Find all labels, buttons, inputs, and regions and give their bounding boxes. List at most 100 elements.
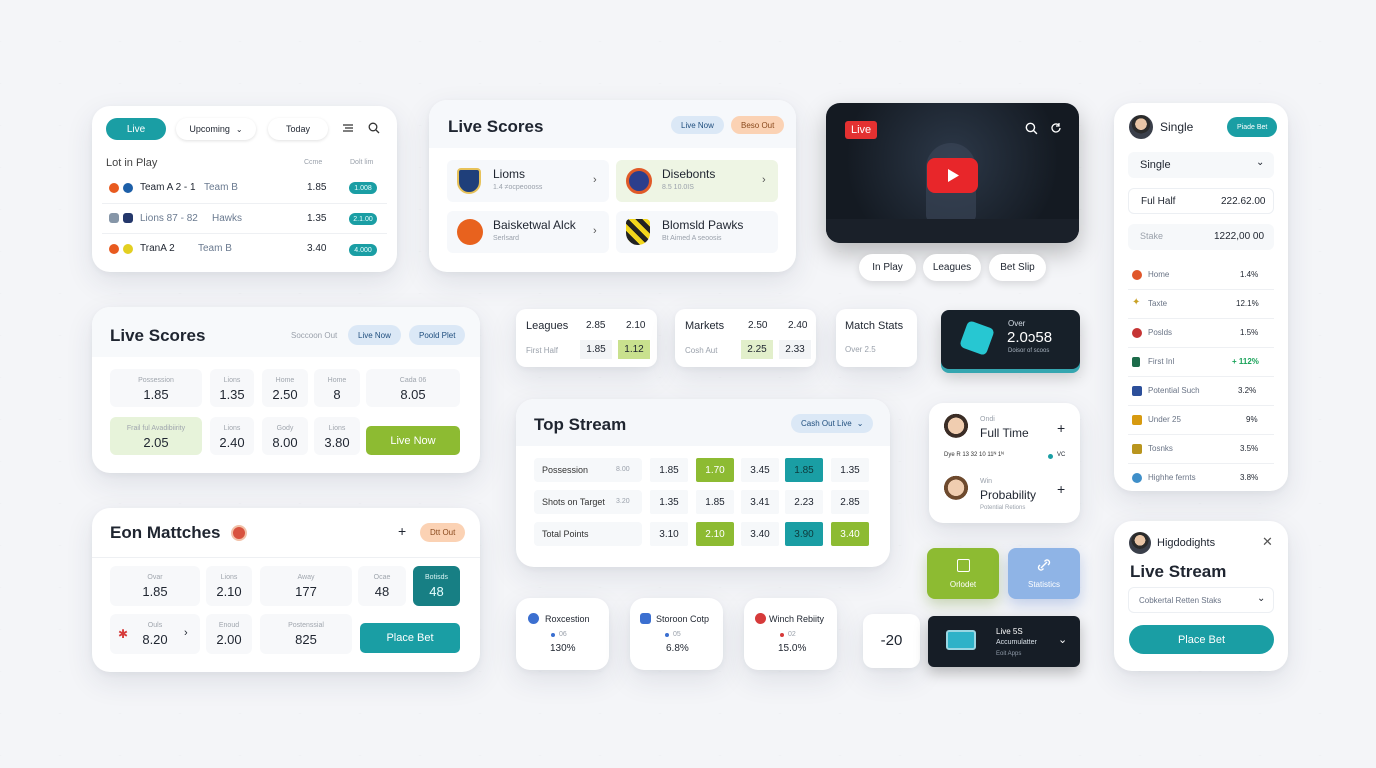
live-now-pill[interactable]: Live Now [348, 325, 401, 345]
match-item[interactable]: Disebonts 8.5 10.0IS › [616, 160, 778, 202]
filter-icon[interactable] [342, 122, 354, 134]
place-bet-pill[interactable]: Piade Bet [1227, 117, 1278, 137]
add-icon[interactable]: + [1057, 481, 1065, 497]
pool-pill[interactable]: Poold Plet [409, 325, 466, 345]
place-bet-button[interactable]: Place Bet [360, 623, 460, 653]
place-bet-button[interactable]: Place Bet [1129, 625, 1274, 654]
stat-tile[interactable]: Home 2.50 [262, 369, 308, 407]
tab-live[interactable]: Live [106, 118, 166, 140]
search-icon[interactable] [1025, 122, 1038, 135]
stream-odds-cell[interactable]: 1.85 [785, 458, 823, 482]
video-player[interactable]: Live [826, 103, 1079, 243]
stream-odds-cell[interactable]: 3.41 [741, 490, 779, 514]
refresh-icon[interactable] [1049, 121, 1063, 135]
list-item[interactable]: Poslds 1.5% [1128, 319, 1274, 348]
odds-value[interactable]: 2.40 [788, 320, 807, 331]
stat-card[interactable]: Winch Rebiity 02 15.0% [744, 598, 837, 670]
stat-tile[interactable]: Lions 2.40 [210, 417, 254, 455]
add-icon[interactable]: + [1057, 420, 1065, 436]
stream-odds-cell[interactable]: 3.40 [741, 522, 779, 546]
list-item[interactable]: Tosnks 3.5% [1128, 435, 1274, 464]
stat-tile[interactable]: Postenssial 825 [260, 614, 352, 654]
stat-tile[interactable]: Ovar 1.85 [110, 566, 200, 606]
odds-value-highlight[interactable]: 2.25 [741, 340, 773, 359]
list-item[interactable]: Highhe fernts 3.8% [1128, 464, 1274, 493]
stat-card[interactable]: Storoon Cotp 05 6.8% [630, 598, 723, 670]
cash-out-live-dropdown[interactable]: Cash Out Live ⌄ [791, 414, 874, 433]
stream-odds-cell[interactable]: 3.45 [741, 458, 779, 482]
stream-odds-cell[interactable]: 1.35 [650, 490, 688, 514]
orlodet-tile[interactable]: Orlodet [927, 548, 999, 599]
stream-odds-cell[interactable]: 2.23 [785, 490, 823, 514]
stat-tile[interactable]: ✱ Ouls 8.20 › [110, 614, 200, 654]
video-timeline[interactable] [826, 219, 1079, 243]
list-item[interactable]: Under 25 9% [1128, 406, 1274, 435]
odds-badge[interactable]: 2.1.00 [349, 213, 377, 225]
stat-tile[interactable]: Gody 8.00 [262, 417, 308, 455]
close-icon[interactable]: ✕ [1262, 534, 1273, 550]
play-button-icon[interactable] [927, 158, 978, 193]
odds-card-title: Markets [685, 320, 725, 332]
stream-odds-cell[interactable]: 3.90 [785, 522, 823, 546]
live-now-pill[interactable]: Live Now [671, 116, 724, 134]
match-item[interactable]: Blomsld Pawks Bt Aimed A seoosis [616, 211, 778, 253]
statistics-tile[interactable]: Statistics [1008, 548, 1080, 599]
chip-bet-slip[interactable]: Bet Slip [989, 254, 1046, 281]
stat-card[interactable]: Roxcestion 06 130% [516, 598, 609, 670]
odds-value[interactable]: 1.85 [580, 340, 612, 359]
stream-odds-cell[interactable]: 2.85 [831, 490, 869, 514]
stat-tile[interactable]: Away 177 [260, 566, 352, 606]
stat-tile[interactable]: Lions 3.80 [314, 417, 360, 455]
stream-odds-cell[interactable]: 2.10 [696, 522, 734, 546]
odds-value[interactable]: 2.33 [779, 340, 811, 359]
stream-odds-cell[interactable]: 1.85 [650, 458, 688, 482]
stat-tile[interactable]: Frail ful Avadibiirity 2.05 [110, 417, 202, 455]
stream-odds-cell[interactable]: 3.10 [650, 522, 688, 546]
match-row[interactable]: Lions 87 - 82 Hawks 1.35 2.1.00 [102, 204, 387, 234]
cash-out-pill[interactable]: Dtt Out [420, 523, 466, 542]
odds-value-highlight[interactable]: 1.12 [618, 340, 650, 359]
full-half-field[interactable]: Ful Half 222.62.00 [1128, 188, 1274, 214]
live-now-button[interactable]: Live Now [366, 426, 460, 455]
odds-value[interactable]: 2.10 [626, 320, 645, 331]
match-item[interactable]: Lioms 1.4 ≠ocpeoooss › [447, 160, 609, 202]
stream-select[interactable]: Cobkertal Retten Staks ⌄ [1128, 587, 1274, 613]
list-item-label: First Inl [1148, 357, 1175, 366]
tab-upcoming[interactable]: Upcoming ⌄ [176, 118, 256, 140]
stream-odds-cell[interactable]: 1.35 [831, 458, 869, 482]
list-item[interactable]: Potential Such 3.2% [1128, 377, 1274, 406]
stat-tile[interactable]: Possession 1.85 [110, 369, 202, 407]
add-icon[interactable]: + [398, 523, 406, 539]
odds-value[interactable]: 2.85 [586, 320, 605, 331]
stream-odds-cell[interactable]: 1.85 [696, 490, 734, 514]
odds-badge[interactable]: 4.000 [349, 244, 377, 256]
stat-tile[interactable]: Lions 1.35 [210, 369, 254, 407]
chip-leagues[interactable]: Leagues [923, 254, 981, 281]
accumulator-card[interactable]: Live 5S Accumulatter Eoit Apps ⌄ [928, 616, 1080, 667]
cash-out-pill[interactable]: Beso Out [731, 116, 785, 134]
match-row[interactable]: TranA 2 Team B 3.40 4.000 [102, 234, 387, 264]
search-icon[interactable] [368, 122, 380, 134]
match-item[interactable]: Baisketwal Alck Serlsard › [447, 211, 609, 253]
prediction-top: Win [980, 478, 993, 485]
bet-type-select[interactable]: Single ⌄ [1128, 152, 1274, 178]
over-value-card[interactable]: Over 2.0ɔ58 Doisor of scoos [941, 310, 1080, 369]
match-row[interactable]: Team A 2 - 1 Team B 1.85 1.008 [102, 174, 387, 204]
stake-field[interactable]: Stake 1222,00 00 [1128, 224, 1274, 250]
list-item[interactable]: ✦ Taxte 12.1% [1128, 290, 1274, 319]
stat-tile[interactable]: Enoud 2.00 [206, 614, 252, 654]
stat-tile[interactable]: Ocae 48 [358, 566, 406, 606]
chip-in-play[interactable]: In Play [859, 254, 916, 281]
stream-odds-cell[interactable]: 1.70 [696, 458, 734, 482]
list-item[interactable]: First Inl + 112% [1128, 348, 1274, 377]
tile-label: Ocae [373, 574, 391, 581]
stream-odds-cell[interactable]: 3.40 [831, 522, 869, 546]
stat-tile-selected[interactable]: Botisds 48 [413, 566, 460, 606]
stat-tile[interactable]: Home 8 [314, 369, 360, 407]
stat-tile[interactable]: Lions 2.10 [206, 566, 252, 606]
odds-value[interactable]: 2.50 [748, 320, 767, 331]
list-item[interactable]: Home 1.4% [1128, 261, 1274, 290]
tab-today[interactable]: Today [268, 118, 328, 140]
stat-tile[interactable]: Cada 06 8.05 [366, 369, 460, 407]
odds-badge[interactable]: 1.008 [349, 182, 377, 194]
